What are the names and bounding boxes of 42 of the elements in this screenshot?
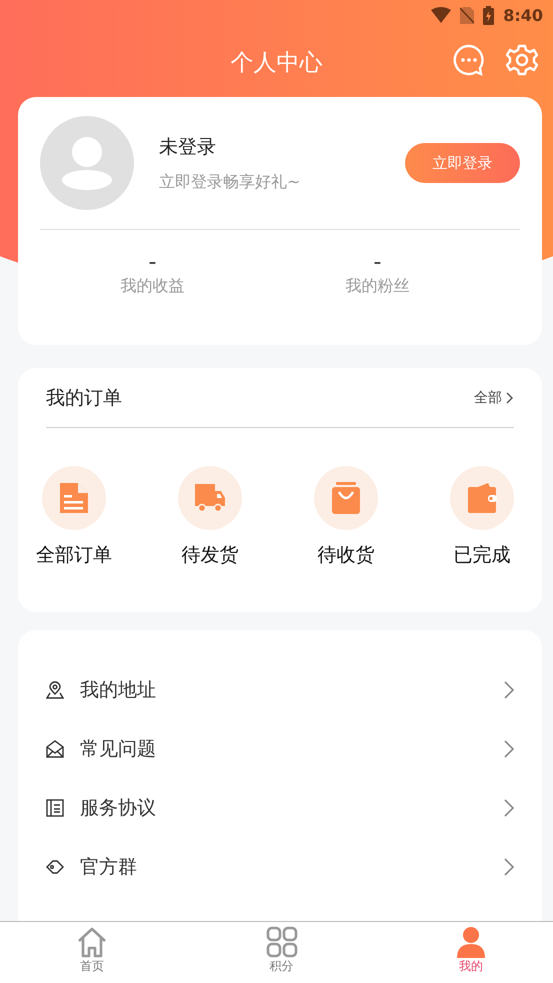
tab-item[interactable]: 我的: [453, 922, 489, 983]
page-title: 个人中心: [230, 49, 322, 78]
chevron-right-icon: [504, 740, 514, 758]
status-time: 8:40: [503, 6, 543, 24]
order-status-item[interactable]: 待收货: [304, 466, 388, 568]
login-hint: 立即登录畅享好礼~: [159, 172, 302, 192]
bag-icon: [314, 466, 378, 530]
wallet-icon: [450, 466, 514, 530]
chevron-right-icon: [504, 858, 514, 876]
wifi-icon: [431, 7, 452, 23]
order-status-item[interactable]: 全部订单: [32, 466, 116, 568]
chat-icon[interactable]: [453, 44, 485, 76]
battery-icon: [483, 6, 494, 24]
home-icon: [76, 926, 108, 958]
tab-item[interactable]: 首页: [74, 922, 110, 983]
grid-icon: [266, 926, 298, 958]
user-name: 未登录: [159, 134, 217, 160]
avatar-icon: [40, 116, 134, 210]
tab-item[interactable]: 积分: [264, 922, 300, 983]
settings-icon[interactable]: [506, 44, 538, 76]
stat-label: 我的收益: [120, 276, 184, 297]
envelope-icon: [46, 740, 64, 758]
order-status-item[interactable]: 已完成: [440, 466, 524, 568]
order-status-item[interactable]: 待发货: [168, 466, 252, 568]
document-icon: [46, 798, 64, 816]
stat-label: 我的粉丝: [346, 276, 410, 297]
view-all-link[interactable]: 全部: [474, 388, 514, 406]
tag-icon: [46, 858, 64, 876]
chevron-right-icon: [504, 798, 514, 816]
truck-icon: [178, 466, 242, 530]
menu-item[interactable]: 官方群: [18, 837, 542, 896]
chevron-right-icon: [506, 392, 514, 404]
menu-item[interactable]: 服务协议: [18, 778, 542, 837]
menu-item[interactable]: 常见问题: [18, 719, 542, 778]
chevron-right-icon: [504, 680, 514, 698]
document-icon: [42, 466, 106, 530]
stat-value: -: [148, 250, 156, 276]
section-title: 我的订单: [46, 386, 122, 410]
menu-item[interactable]: 我的地址: [18, 660, 542, 719]
stat-value: -: [374, 250, 382, 276]
location-pin-icon: [46, 680, 64, 698]
person-icon: [455, 926, 487, 958]
